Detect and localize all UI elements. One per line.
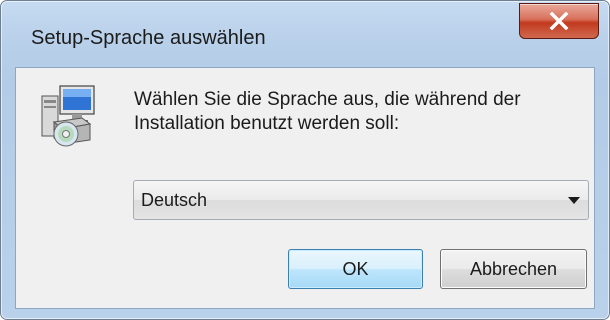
window-title: Setup-Sprache auswählen	[31, 27, 266, 49]
cancel-button[interactable]: Abbrechen	[440, 249, 587, 289]
close-icon	[549, 12, 569, 30]
language-select[interactable]: Deutsch	[133, 180, 589, 220]
language-select-value: Deutsch	[141, 190, 208, 210]
dialog-body: Wählen Sie die Sprache aus, die während …	[15, 67, 595, 309]
ok-button[interactable]: OK	[288, 249, 423, 289]
title-bar[interactable]: Setup-Sprache auswählen	[1, 1, 609, 67]
dropdown-arrow-icon	[568, 197, 580, 204]
language-prompt: Wählen Sie die Sprache aus, die während …	[134, 89, 521, 134]
setup-installer-icon	[41, 85, 95, 147]
dialog-window: Setup-Sprache auswählen Wählen Sie die S…	[0, 0, 610, 320]
close-button[interactable]	[519, 3, 599, 39]
